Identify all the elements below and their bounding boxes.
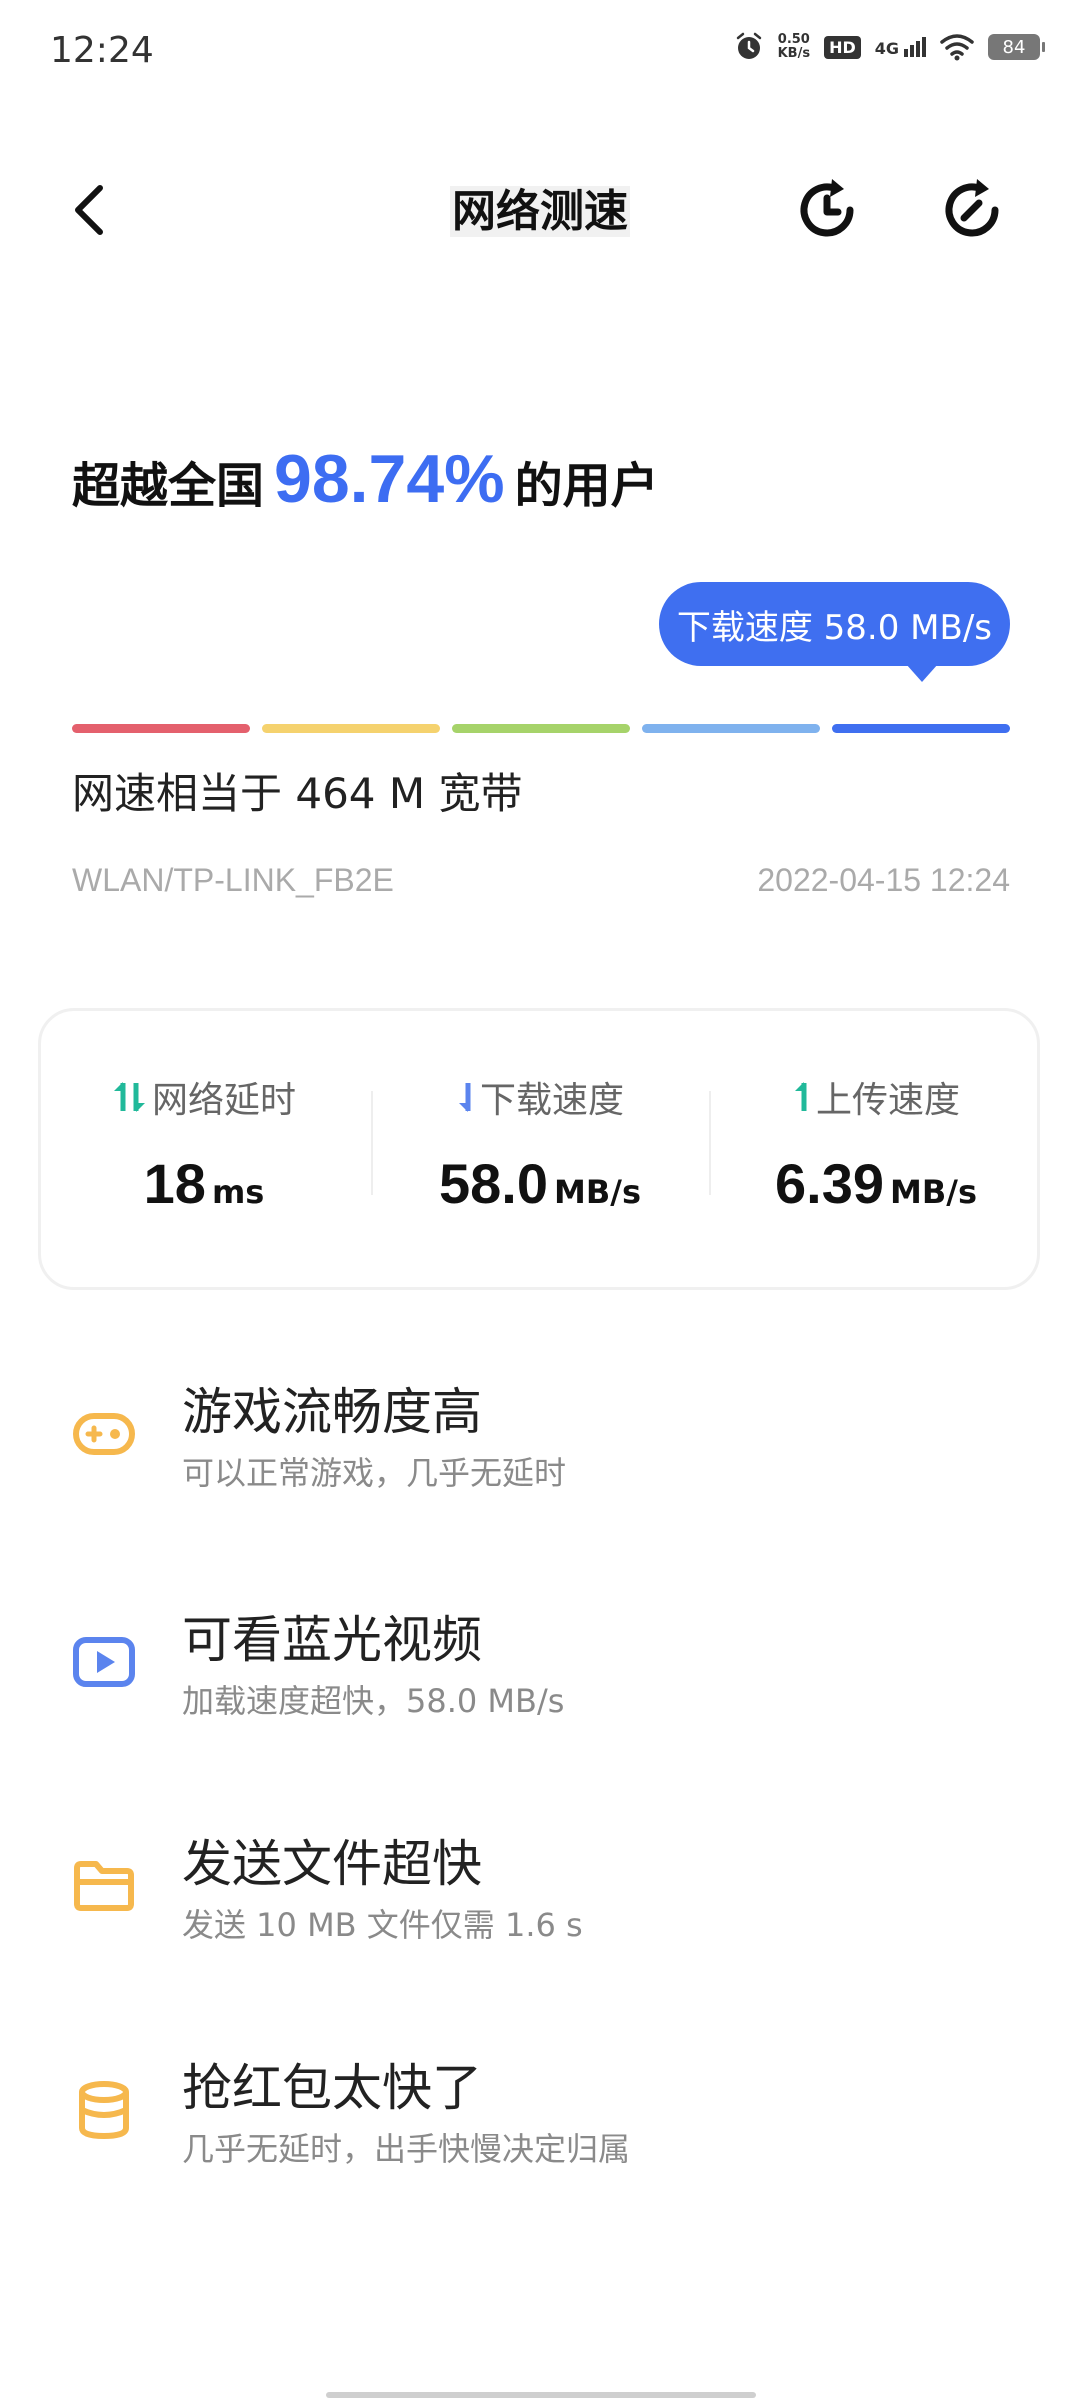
- history-icon: [800, 179, 854, 237]
- battery-level: 84: [1002, 36, 1026, 58]
- latency-stat: 网络延时 18 ms: [41, 1071, 367, 1216]
- hd-badge: HD: [824, 35, 861, 59]
- retest-button[interactable]: [937, 175, 1007, 245]
- net-speed-unit: KB/s: [777, 46, 811, 61]
- test-timestamp: 2022-04-15 12:24: [757, 862, 1010, 898]
- scale-segment-3: [452, 724, 630, 733]
- network-type-label: 4G: [874, 39, 899, 58]
- battery-icon: 84: [988, 34, 1045, 60]
- upload-stat: 上传速度 6.39 MB/s: [713, 1071, 1039, 1216]
- download-stat: 下载速度 58.0 MB/s: [375, 1071, 705, 1216]
- latency-value: 18 ms: [41, 1151, 367, 1216]
- download-unit: MB/s: [554, 1173, 641, 1211]
- summary-prefix: 超越全国: [72, 458, 265, 514]
- scale-segment-2: [262, 724, 440, 733]
- scale-segment-5: [832, 724, 1010, 733]
- scale-segment-1: [72, 724, 250, 733]
- latency-label: 网络延时: [41, 1071, 367, 1123]
- alarm-icon: [736, 32, 761, 59]
- net-speed-value: 0.50: [777, 32, 810, 47]
- feature-description: 加载速度超快，58.0 MB/s: [182, 1682, 565, 1720]
- speed-stats-card: 网络延时 18 ms 下载速度 58.0 MB/s 上传速度 6.39 MB/s: [38, 1008, 1040, 1290]
- status-bar: 12:24 0.50 KB/s HD 4G 84: [0, 0, 1080, 100]
- bandwidth-equivalent: 网速相当于 464 M 宽带: [72, 769, 523, 818]
- feature-file-transfer: 发送文件超快 发送 10 MB 文件仅需 1.6 s: [72, 1824, 1012, 1944]
- page-title: 网络测速: [0, 175, 1080, 239]
- history-button[interactable]: [792, 175, 862, 245]
- refresh-icon: [945, 179, 999, 237]
- home-indicator[interactable]: [326, 2392, 756, 2398]
- bubble-pointer: [906, 664, 938, 682]
- network-speed-test-screen: 12:24 0.50 KB/s HD 4G 84 网络测速 超越全国 98.74…: [0, 0, 1080, 2400]
- status-icons: 0.50 KB/s HD 4G 84: [734, 32, 1045, 62]
- folder-icon: [74, 1861, 134, 1911]
- stat-divider: [371, 1091, 373, 1195]
- upload-value: 6.39 MB/s: [713, 1151, 1039, 1216]
- feature-red-packet: 抢红包太快了 几乎无延时，出手快慢决定归属: [72, 2048, 1012, 2168]
- latency-unit: ms: [211, 1173, 265, 1211]
- page-title-text: 网络测速: [450, 186, 630, 237]
- upload-unit: MB/s: [890, 1173, 977, 1211]
- download-label-text: 下载速度: [479, 1080, 624, 1121]
- download-label: 下载速度: [375, 1071, 705, 1123]
- feature-description: 发送 10 MB 文件仅需 1.6 s: [182, 1906, 583, 1944]
- latency-number: 18: [143, 1152, 206, 1215]
- download-speed-bubble: 下载速度 58.0 MB/s: [658, 582, 1010, 666]
- upload-arrow-icon: [794, 1082, 807, 1111]
- download-value: 58.0 MB/s: [375, 1151, 705, 1216]
- download-arrow-icon: [458, 1083, 471, 1112]
- upload-label: 上传速度: [713, 1071, 1039, 1123]
- cellular-signal-icon: 4G: [875, 37, 926, 57]
- scale-segment-4: [642, 724, 820, 733]
- upload-label-text: 上传速度: [815, 1080, 960, 1121]
- feature-title: 发送文件超快: [182, 1835, 482, 1893]
- latency-arrows-icon: [113, 1082, 145, 1112]
- red-packet-icon: [79, 2081, 129, 2140]
- feature-title: 可看蓝光视频: [182, 1611, 482, 1669]
- ranking-percent: 98.74%: [274, 441, 505, 517]
- wifi-icon: [940, 34, 974, 61]
- upload-number: 6.39: [775, 1152, 885, 1215]
- feature-description: 可以正常游戏，几乎无延时: [182, 1454, 567, 1492]
- feature-gaming: 游戏流畅度高 可以正常游戏，几乎无延时: [72, 1372, 1012, 1492]
- feature-title: 游戏流畅度高: [182, 1383, 482, 1441]
- bubble-text: 下载速度 58.0 MB/s: [676, 607, 992, 648]
- latency-label-text: 网络延时: [151, 1080, 296, 1121]
- feature-description: 几乎无延时，出手快慢决定归属: [182, 2130, 631, 2168]
- network-name: WLAN/TP-LINK_FB2E: [72, 862, 394, 898]
- stat-divider: [709, 1091, 711, 1195]
- feature-title: 抢红包太快了: [182, 2059, 482, 2117]
- status-time: 12:24: [50, 30, 154, 71]
- speed-scale-bar: [72, 724, 1010, 733]
- play-video-icon: [73, 1637, 135, 1687]
- ranking-summary: 超越全国 98.74% 的用户: [72, 440, 659, 518]
- summary-suffix: 的用户: [514, 458, 659, 514]
- network-speed-indicator: 0.50 KB/s: [778, 33, 810, 61]
- download-number: 58.0: [439, 1152, 549, 1215]
- gamepad-icon: [73, 1413, 135, 1455]
- feature-bluray-video: 可看蓝光视频 加载速度超快，58.0 MB/s: [72, 1600, 1012, 1720]
